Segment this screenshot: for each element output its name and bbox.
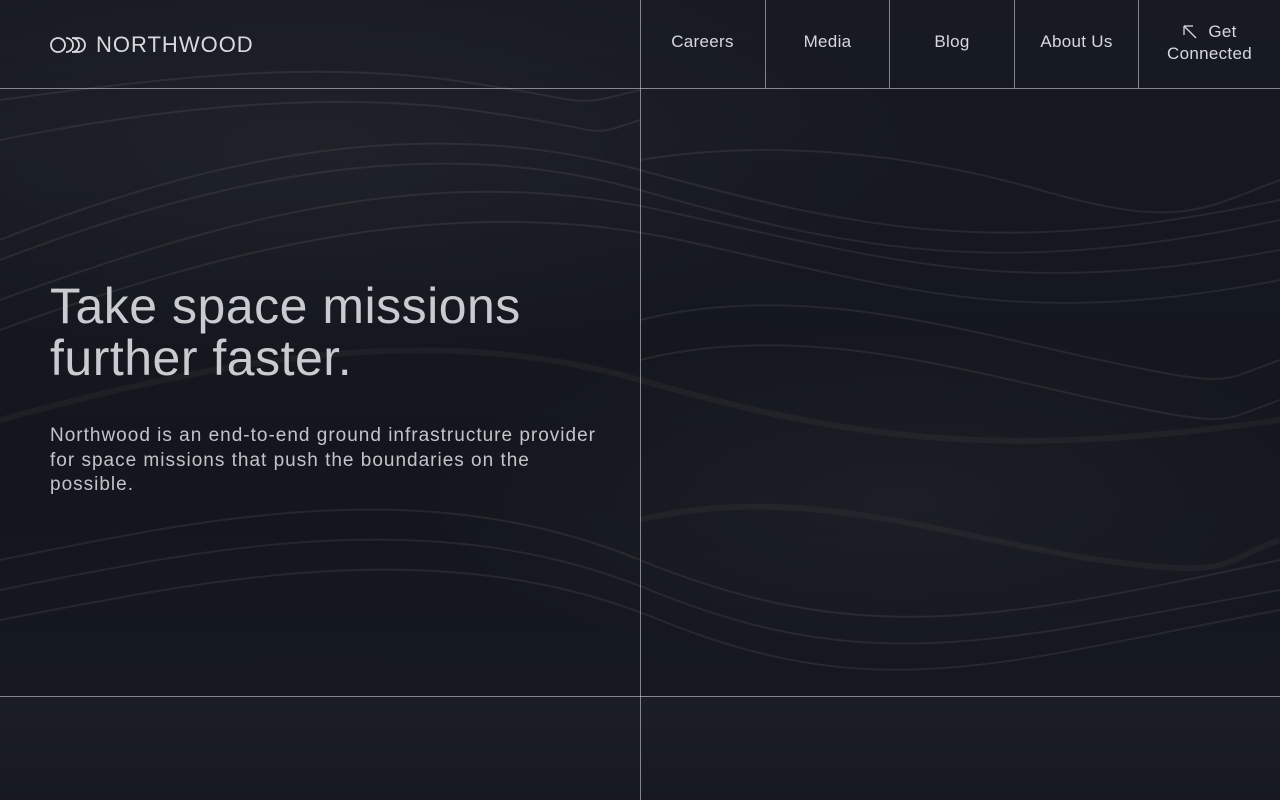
get-connected-label-1: Get — [1208, 22, 1237, 41]
site-header: NORTHWOOD Careers Media Blog About Us Ge… — [0, 0, 1280, 88]
hero-description: Northwood is an end-to-end ground infras… — [50, 425, 596, 495]
brand-name: NORTHWOOD — [96, 32, 254, 57]
hero-title-line1: Take space missions — [50, 278, 521, 334]
get-connected-label-2: Connected — [1167, 44, 1252, 63]
nav-item-about-us[interactable]: About Us — [1014, 0, 1138, 88]
hero-title: Take space missions further faster. — [50, 280, 610, 384]
hero-title-line2: further faster. — [50, 330, 353, 386]
nav-item-media[interactable]: Media — [765, 0, 889, 88]
main-nav: Careers Media Blog About Us Get Connecte… — [640, 0, 1280, 88]
grid-divider-header — [0, 88, 1280, 89]
hero-section: Take space missions further faster. Nort… — [50, 280, 610, 498]
grid-divider-bottom — [0, 696, 1280, 697]
nav-item-careers[interactable]: Careers — [640, 0, 765, 88]
grid-divider-vertical — [640, 0, 641, 800]
logo-mark-icon — [50, 37, 86, 53]
get-connected-button[interactable]: Get Connected — [1138, 0, 1280, 88]
brand-logo[interactable]: NORTHWOOD — [50, 34, 254, 56]
arrow-up-left-icon — [1183, 25, 1197, 39]
get-connected-line1: Get — [1182, 21, 1236, 43]
nav-item-blog[interactable]: Blog — [889, 0, 1014, 88]
